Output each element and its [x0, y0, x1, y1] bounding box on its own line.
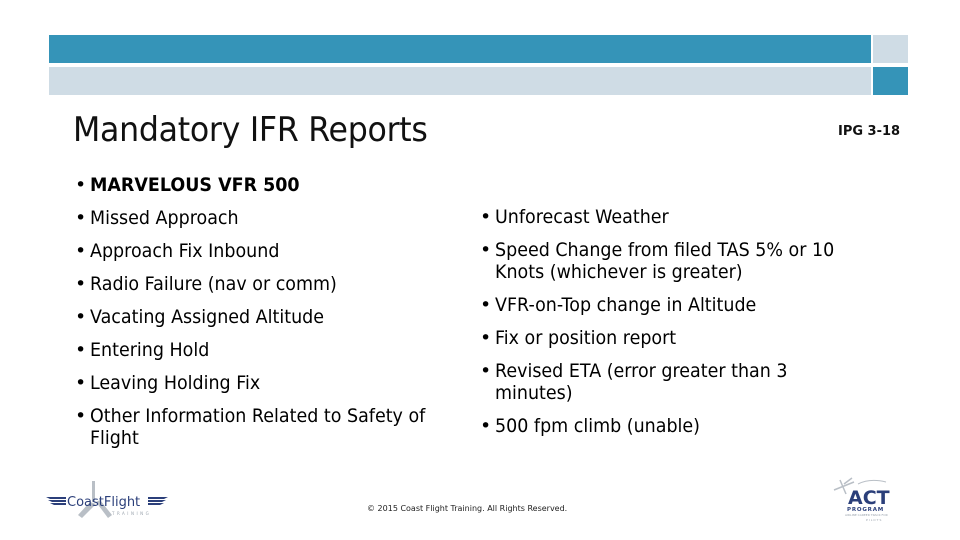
list-item: • Entering Hold	[75, 339, 475, 361]
list-item: • MARVELOUS VFR 500	[75, 174, 475, 196]
reference-label: IPG 3-18	[838, 124, 901, 139]
bullet-icon: •	[480, 327, 492, 349]
list-item-text: Leaving Holding Fix	[90, 372, 261, 394]
list-item-text: Entering Hold	[90, 339, 210, 361]
copyright-footer: © 2015 Coast Flight Training. All Rights…	[367, 504, 568, 513]
list-item-text-continuation: minutes)	[495, 382, 573, 404]
list-item: • Leaving Holding Fix	[75, 372, 475, 394]
list-item-text-continuation: Flight	[90, 427, 139, 449]
list-item-text: Speed Change from filed TAS 5% or 10	[495, 239, 835, 261]
header-bar-top	[49, 35, 871, 63]
list-item-text: Radio Failure (nav or comm)	[90, 273, 337, 295]
slide-title: Mandatory IFR Reports	[73, 110, 428, 150]
bullet-icon: •	[75, 207, 87, 229]
list-item-text: VFR-on-Top change in Altitude	[495, 294, 757, 316]
logo-act-text: ACT	[848, 487, 890, 509]
bullet-icon: •	[75, 405, 87, 427]
bullet-icon: •	[480, 239, 492, 261]
list-item: • Other Information Related to Safety of F…	[75, 405, 475, 449]
bullet-icon: •	[480, 206, 492, 228]
bullet-icon: •	[480, 415, 492, 437]
left-bullet-list: • MARVELOUS VFR 500 • Missed Approach • App…	[75, 174, 475, 460]
bullet-icon: •	[75, 174, 87, 196]
bullet-icon: •	[75, 240, 87, 262]
right-bullet-list: • Unforecast Weather • Speed Change from f…	[480, 206, 900, 448]
list-item-text: Fix or position report	[495, 327, 677, 349]
list-item: • Approach Fix Inbound	[75, 240, 475, 262]
list-item: • Revised ETA (error greater than 3 minute…	[480, 360, 900, 404]
logo-tagline: TRAINING	[111, 511, 151, 516]
coastflight-logo: CoastFlight TRAINING	[46, 481, 168, 518]
list-item-text: 500 fpm climb (unable)	[495, 415, 700, 437]
list-item-text: Approach Fix Inbound	[90, 240, 280, 262]
list-item: • 500 fpm climb (unable)	[480, 415, 900, 437]
list-item: • Fix or position report	[480, 327, 900, 349]
list-item: • Radio Failure (nav or comm)	[75, 273, 475, 295]
bullet-icon: •	[75, 273, 87, 295]
header-square-top	[873, 35, 908, 63]
logo-pilots-text: PILOTS	[866, 518, 882, 522]
act-program-logo: ACT PROGRAM AIRLINE CAREER TRACK FOR PIL…	[833, 477, 890, 522]
list-item: • Vacating Assigned Altitude	[75, 306, 475, 328]
list-item-text: Revised ETA (error greater than 3	[495, 360, 788, 382]
bullet-icon: •	[75, 339, 87, 361]
list-item-text: Vacating Assigned Altitude	[90, 306, 324, 328]
bullet-icon: •	[75, 306, 87, 328]
logo-subtitle-text: AIRLINE CAREER TRACK FOR	[845, 513, 888, 517]
bullet-icon: •	[480, 294, 492, 316]
list-item-text: Other Information Related to Safety of	[90, 405, 426, 427]
bullet-icon: •	[480, 360, 492, 382]
logo-wordmark: CoastFlight	[67, 495, 140, 510]
list-item: • Unforecast Weather	[480, 206, 900, 228]
list-item-text: MARVELOUS VFR 500	[90, 174, 300, 196]
list-item-text: Unforecast Weather	[495, 206, 669, 228]
bullet-icon: •	[75, 372, 87, 394]
list-item: • Speed Change from filed TAS 5% or 10 Kno…	[480, 239, 900, 283]
header-square-bottom	[873, 67, 908, 95]
list-item-text-continuation: Knots (whichever is greater)	[495, 261, 743, 283]
list-item: • Missed Approach	[75, 207, 475, 229]
list-item: • VFR-on-Top change in Altitude	[480, 294, 900, 316]
header-bar-bottom	[49, 67, 871, 95]
list-item-text: Missed Approach	[90, 207, 239, 229]
